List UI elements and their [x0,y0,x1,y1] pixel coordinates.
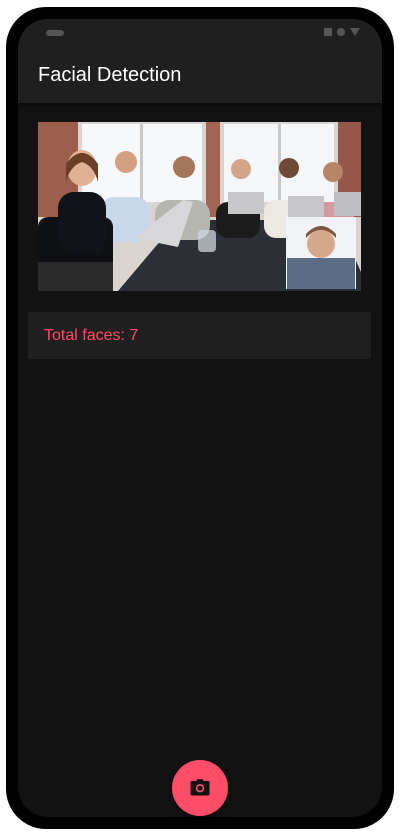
signal-dot-icon [337,28,345,36]
camera-icon [190,779,210,796]
group-photo-illustration [38,122,361,291]
battery-icon [324,28,332,36]
app-bar: Facial Detection [18,47,382,103]
status-icons [324,28,360,36]
group-photo [38,122,361,291]
status-bar [18,19,382,47]
capture-photo-button[interactable] [172,760,228,816]
status-pill-icon [46,30,64,36]
device-frame: Facial Detection Total faces: 7 [6,7,394,829]
app-screen: Facial Detection Total faces: 7 [18,19,382,817]
app-title: Facial Detection [38,64,182,86]
face-count-text: Total faces: 7 [44,327,139,344]
wifi-icon [350,28,360,36]
face-count-card: Total faces: 7 [28,312,371,359]
